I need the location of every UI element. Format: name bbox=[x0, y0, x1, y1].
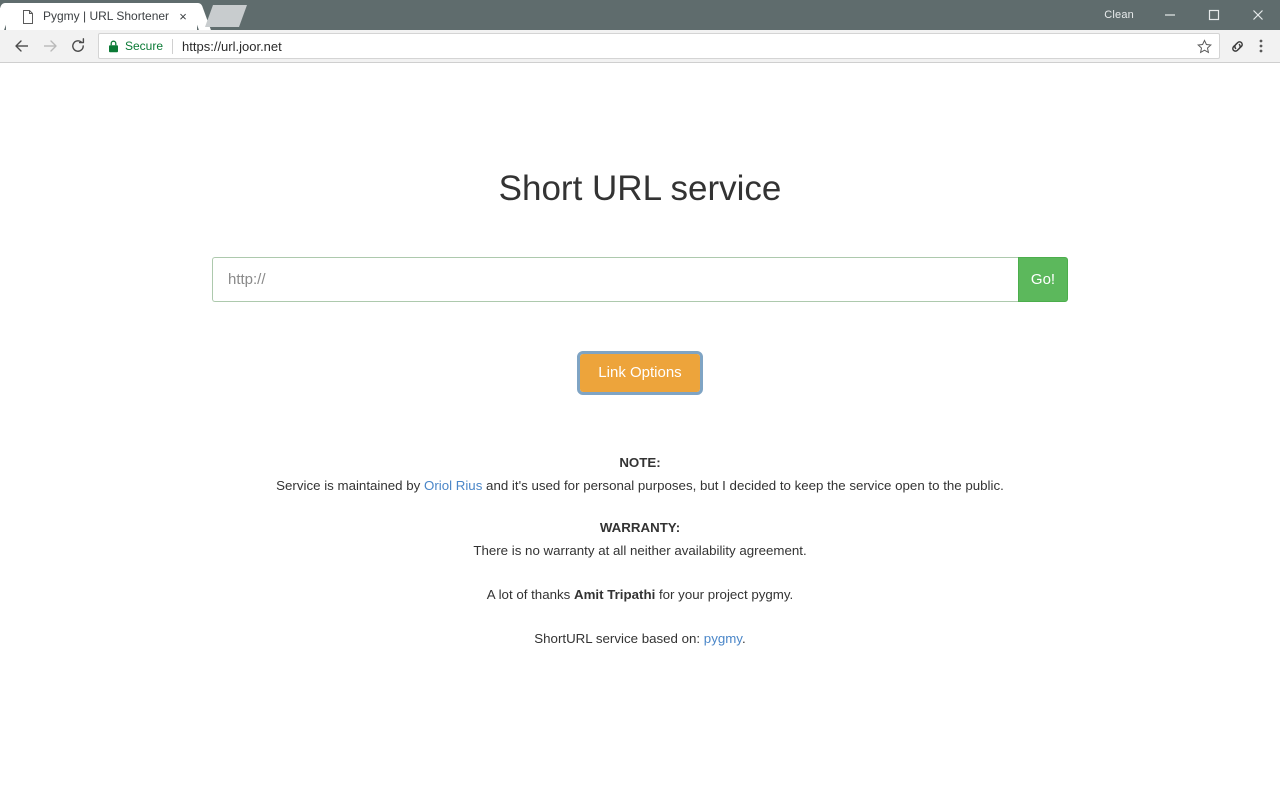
pygmy-link[interactable]: pygmy bbox=[704, 631, 742, 646]
address-bar[interactable]: Secure https://url.joor.net bbox=[98, 33, 1220, 59]
note-heading: NOTE: bbox=[619, 455, 661, 470]
reload-icon[interactable] bbox=[64, 32, 92, 60]
tab-strip: Pygmy | URL Shortener × bbox=[0, 0, 248, 30]
notes-section: NOTE: Service is maintained by Oriol Riu… bbox=[0, 453, 1280, 649]
based-on-paragraph: ShortURL service based on: pygmy. bbox=[0, 629, 1280, 648]
link-options-container: Link Options bbox=[0, 350, 1280, 395]
close-icon[interactable] bbox=[1236, 0, 1280, 30]
note-paragraph: Service is maintained by Oriol Rius and … bbox=[0, 476, 1280, 495]
thanks-paragraph: A lot of thanks Amit Tripathi for your p… bbox=[0, 585, 1280, 604]
extension-link-icon[interactable] bbox=[1224, 32, 1250, 60]
browser-toolbar: Secure https://url.joor.net bbox=[0, 30, 1280, 63]
based-text-after: . bbox=[741, 631, 746, 647]
window-controls: Clean bbox=[1104, 0, 1280, 30]
thanks-text-after: for your project pygmy. bbox=[655, 587, 794, 603]
browser-tab-active[interactable]: Pygmy | URL Shortener × bbox=[6, 3, 198, 30]
browser-titlebar: Pygmy | URL Shortener × Clean bbox=[0, 0, 1280, 30]
warranty-heading: WARRANTY: bbox=[599, 519, 681, 535]
based-text-before: ShortURL service based on: bbox=[534, 631, 704, 647]
note-text-after: and it's used for personal purposes, but… bbox=[482, 478, 1004, 494]
thanks-text-before: A lot of thanks bbox=[486, 587, 574, 603]
note-text-before: Service is maintained by bbox=[276, 478, 424, 494]
tab-close-icon[interactable]: × bbox=[175, 9, 191, 25]
security-status-text: Secure bbox=[125, 39, 164, 53]
forward-icon bbox=[36, 32, 64, 60]
back-icon[interactable] bbox=[8, 32, 36, 60]
page-content: Short URL service Go! Link Options NOTE:… bbox=[0, 63, 1280, 799]
new-tab-button[interactable] bbox=[205, 5, 248, 27]
minimize-icon[interactable] bbox=[1148, 0, 1192, 30]
link-options-button[interactable]: Link Options bbox=[577, 350, 703, 395]
browser-menu-icon[interactable] bbox=[1250, 32, 1272, 60]
address-bar-url: https://url.joor.net bbox=[182, 38, 282, 54]
profile-label: Clean bbox=[1104, 9, 1134, 21]
go-button[interactable]: Go! bbox=[1018, 256, 1068, 302]
url-input[interactable] bbox=[212, 256, 1018, 302]
browser-tab-title: Pygmy | URL Shortener bbox=[43, 9, 170, 23]
page-icon bbox=[20, 9, 36, 25]
lock-icon bbox=[108, 40, 120, 53]
maximize-icon[interactable] bbox=[1192, 0, 1236, 30]
warranty-paragraph: There is no warranty at all neither avai… bbox=[473, 542, 807, 558]
page-title: Short URL service bbox=[498, 169, 782, 208]
shorten-url-form: Go! bbox=[212, 256, 1068, 302]
oriol-rius-link[interactable]: Oriol Rius bbox=[424, 478, 482, 493]
omnibox-divider bbox=[172, 38, 174, 54]
thanks-name: Amit Tripathi bbox=[574, 587, 656, 603]
bookmark-star-icon[interactable] bbox=[1195, 38, 1213, 54]
